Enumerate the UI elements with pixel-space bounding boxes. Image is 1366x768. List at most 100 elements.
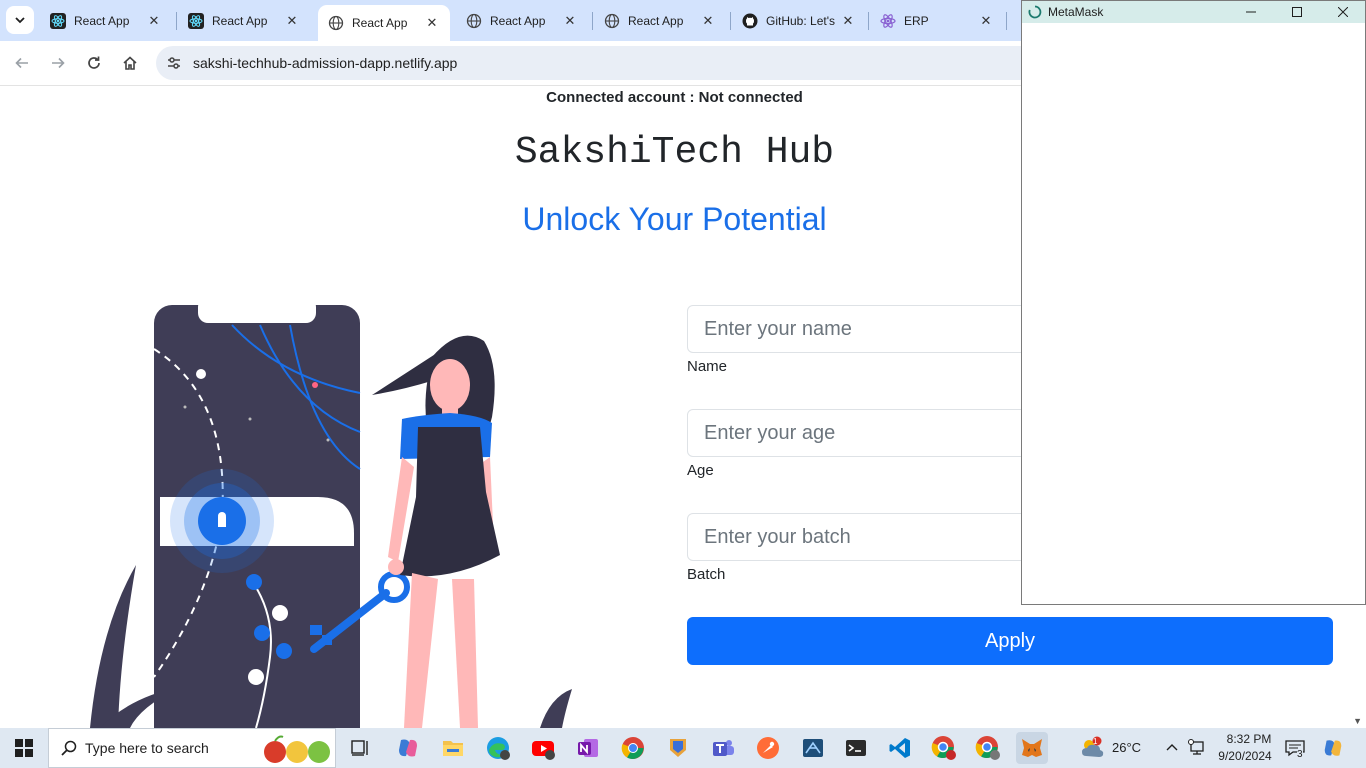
apply-button[interactable]: Apply: [687, 617, 1333, 665]
close-tab-icon[interactable]: ✕: [978, 13, 994, 29]
file-explorer-taskbar-app[interactable]: [437, 732, 469, 764]
metamask-window-title: MetaMask: [1048, 5, 1104, 19]
metamask-window: MetaMask: [1021, 0, 1366, 605]
maximize-button[interactable]: [1274, 1, 1320, 23]
chrome-taskbar-app[interactable]: [617, 732, 649, 764]
home-icon: [123, 56, 137, 70]
tab-react-app-5[interactable]: React App ✕: [594, 5, 726, 36]
tab-react-app-active[interactable]: React App ✕: [318, 5, 450, 41]
search-icon: [61, 740, 77, 756]
close-tab-icon[interactable]: ✕: [146, 13, 162, 29]
tab-title: React App: [352, 16, 408, 30]
copilot-tray-button[interactable]: [1318, 732, 1348, 764]
teams-icon: [713, 740, 734, 756]
close-tab-icon[interactable]: ✕: [562, 13, 578, 29]
show-hidden-icons-button[interactable]: [1160, 732, 1184, 764]
edge-taskbar-app[interactable]: [482, 732, 514, 764]
tab-separator: [176, 12, 177, 30]
edge-icon: [487, 737, 510, 760]
back-arrow-icon: [15, 57, 28, 69]
close-tab-icon[interactable]: ✕: [424, 15, 440, 31]
vscode-icon: [889, 738, 910, 758]
taskbar-search-box[interactable]: Type here to search: [48, 728, 336, 768]
close-window-button[interactable]: [1320, 1, 1366, 23]
copilot-taskbar-app[interactable]: [392, 732, 424, 764]
copilot-icon: [1324, 740, 1342, 756]
close-tab-icon[interactable]: ✕: [700, 13, 716, 29]
badge-icon: [670, 739, 686, 757]
chrome-profile-2-taskbar-app[interactable]: [972, 732, 1004, 764]
react-icon: [188, 12, 204, 29]
home-button[interactable]: [116, 49, 144, 77]
react-icon: [880, 13, 896, 29]
task-view-button[interactable]: [344, 732, 376, 764]
terminal-icon: [846, 740, 866, 756]
tab-separator: [868, 12, 869, 30]
phone-notch: [198, 297, 316, 323]
forward-button[interactable]: [44, 49, 72, 77]
forward-arrow-icon: [52, 57, 65, 69]
search-placeholder: Type here to search: [85, 740, 209, 756]
globe-icon: [604, 13, 620, 29]
remote-desktop-icon: [803, 739, 823, 757]
close-tab-icon[interactable]: ✕: [840, 13, 856, 29]
maximize-icon: [1292, 7, 1302, 17]
tab-react-app-4[interactable]: React App ✕: [456, 5, 588, 36]
metamask-taskbar-app[interactable]: [1016, 732, 1048, 764]
minimize-icon: [1246, 11, 1256, 13]
close-tab-icon[interactable]: ✕: [284, 13, 300, 29]
tab-react-app-2[interactable]: React App ✕: [178, 5, 310, 36]
tab-github[interactable]: GitHub: Let's ✕: [732, 5, 866, 36]
windows-logo-icon: [15, 739, 33, 757]
weather-alert-badge: 1: [1093, 737, 1098, 746]
minimize-button[interactable]: [1228, 1, 1274, 23]
remote-desktop-taskbar-app[interactable]: [797, 732, 829, 764]
onenote-taskbar-app[interactable]: [572, 732, 604, 764]
clock-time[interactable]: 8:32 PM: [1221, 732, 1277, 746]
woman-figure: [372, 335, 500, 728]
chrome-profile-taskbar-app[interactable]: [928, 732, 960, 764]
terminal-taskbar-app[interactable]: [840, 732, 872, 764]
tab-title: React App: [212, 13, 268, 28]
weather-temperature[interactable]: 26°C: [1112, 740, 1141, 755]
postman-taskbar-app[interactable]: [752, 732, 784, 764]
fruit-search-highlight-icon: [264, 735, 330, 763]
clock-date[interactable]: 9/20/2024: [1213, 749, 1277, 763]
taskbar: Type here to search 1 26°C 8:32 PM 9/20/…: [0, 728, 1366, 768]
unlock-illustration: [90, 297, 572, 728]
tab-separator: [592, 12, 593, 30]
tab-erp[interactable]: ERP ✕: [870, 5, 1004, 36]
teams-taskbar-app[interactable]: [707, 732, 739, 764]
tab-separator: [730, 12, 731, 30]
scroll-down-arrow-icon[interactable]: ▼: [1353, 716, 1362, 726]
back-button[interactable]: [8, 49, 36, 77]
reload-button[interactable]: [80, 49, 108, 77]
postman-icon: [757, 737, 779, 759]
metamask-fox-icon: [1022, 739, 1042, 757]
chrome-icon: [931, 736, 956, 760]
tab-react-app-1[interactable]: React App ✕: [40, 5, 172, 36]
start-button[interactable]: [8, 732, 40, 764]
site-settings-icon[interactable]: [164, 53, 184, 73]
tab-title: GitHub: Let's: [766, 13, 835, 28]
github-icon: [742, 13, 758, 29]
leaf-left: [90, 565, 136, 728]
network-button[interactable]: [1186, 732, 1208, 764]
folder-icon: [443, 741, 463, 756]
youtube-taskbar-app[interactable]: [527, 732, 559, 764]
vscode-taskbar-app[interactable]: [884, 732, 916, 764]
copilot-icon: [399, 739, 417, 757]
tab-search-button[interactable]: [6, 6, 34, 34]
metamask-loading-icon: [1028, 5, 1042, 19]
metamask-titlebar[interactable]: MetaMask: [1022, 1, 1365, 23]
youtube-icon: [532, 741, 555, 760]
tab-title: React App: [74, 13, 130, 28]
task-view-icon: [351, 740, 368, 756]
badge-taskbar-app[interactable]: [662, 732, 694, 764]
leaf-right: [540, 689, 572, 728]
tab-separator: [1006, 12, 1007, 30]
notifications-button[interactable]: [1282, 732, 1308, 764]
chrome-icon: [621, 737, 644, 759]
globe-icon: [328, 15, 344, 31]
tab-title: React App: [628, 13, 684, 28]
